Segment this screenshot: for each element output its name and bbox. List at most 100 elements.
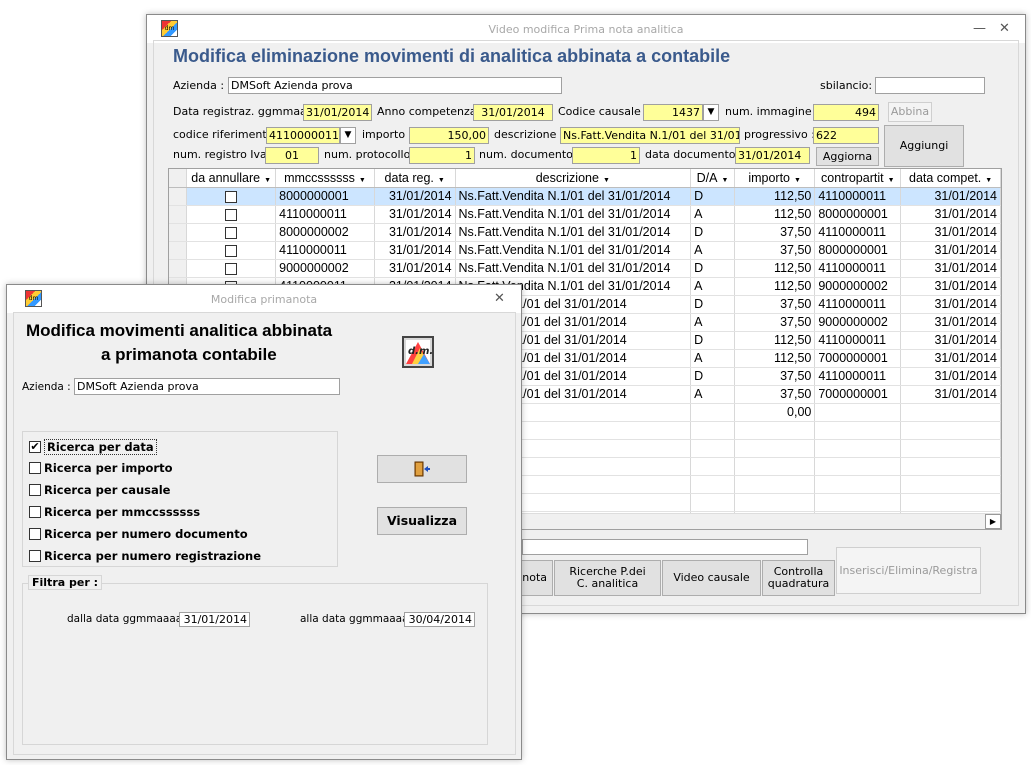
da-cell[interactable]: A	[690, 241, 735, 260]
data-documento-field[interactable]: 31/01/2014	[735, 147, 810, 164]
importo-field[interactable]: 150,00	[409, 127, 489, 144]
descrizione-cell[interactable]: Ns.Fatt.Vendita N.1/01 del 31/01/2014	[455, 259, 692, 278]
col-header-contropartita[interactable]: contropartit ▼	[814, 169, 902, 188]
data-compet-cell[interactable]: 31/01/2014	[900, 259, 1001, 278]
da-annullare-checkbox[interactable]	[225, 208, 238, 221]
ricerche-pdc-button[interactable]: Ricerche P.dei C. analitica	[554, 560, 661, 596]
col-header-descrizione[interactable]: descrizione ▼	[455, 169, 692, 188]
num-reg-iva-field[interactable]: 01	[265, 147, 319, 164]
descrizione-field[interactable]: Ns.Fatt.Vendita N.1/01 del 31/01/20	[560, 127, 740, 144]
importo-cell[interactable]: 112,50	[734, 277, 816, 296]
data-compet-cell[interactable]: 31/01/2014	[900, 295, 1001, 314]
ricerca-option-4[interactable]: Ricerca per numero documento	[29, 527, 248, 541]
data-compet-cell[interactable]: 31/01/2014	[900, 385, 1001, 404]
row-header[interactable]	[169, 241, 188, 260]
conto-cell[interactable]: 8000000001	[275, 187, 375, 206]
contropartita-cell[interactable]: 9000000002	[814, 277, 902, 296]
contropartita-cell[interactable]: 7000000001	[814, 349, 902, 368]
num-documento-field[interactable]: 1	[572, 147, 640, 164]
ricerca-option-1[interactable]: Ricerca per importo	[29, 461, 173, 475]
importo-cell[interactable]: 37,50	[734, 313, 816, 332]
option-checkbox[interactable]	[29, 550, 41, 562]
ricerca-option-2[interactable]: Ricerca per causale	[29, 483, 170, 497]
descrizione-cell[interactable]: Ns.Fatt.Vendita N.1/01 del 31/01/2014	[455, 205, 692, 224]
data-compet-cell[interactable]: 31/01/2014	[900, 241, 1001, 260]
close-icon[interactable]: ✕	[999, 21, 1010, 36]
front-azienda-field[interactable]: DMSoft Azienda prova	[74, 378, 340, 395]
da-cell[interactable]: A	[690, 385, 735, 404]
codice-rif-field[interactable]: 4110000011	[266, 127, 340, 144]
sbilancio-field[interactable]	[875, 77, 985, 94]
anno-comp-field[interactable]: 31/01/2014	[473, 104, 553, 121]
conto-cell[interactable]: 4110000011	[275, 205, 375, 224]
importo-cell[interactable]: 37,50	[734, 295, 816, 314]
descrizione-cell[interactable]: Ns.Fatt.Vendita N.1/01 del 31/01/2014	[455, 223, 692, 242]
row-header[interactable]	[169, 187, 188, 206]
col-header-data-compet[interactable]: data compet. ▼	[900, 169, 1001, 188]
da-annullare-checkbox[interactable]	[225, 190, 238, 203]
col-header-data-reg[interactable]: data reg. ▼	[374, 169, 456, 188]
ricerca-option-3[interactable]: Ricerca per mmccssssss	[29, 505, 200, 519]
da-cell[interactable]: D	[690, 187, 735, 206]
data-reg-cell[interactable]: 31/01/2014	[374, 187, 456, 206]
da-cell[interactable]: A	[690, 277, 735, 296]
da-cell[interactable]: D	[690, 331, 735, 350]
da-cell[interactable]: D	[690, 259, 735, 278]
row-header[interactable]	[169, 223, 188, 242]
option-checkbox[interactable]: ✔	[29, 441, 41, 453]
row-header[interactable]	[169, 205, 188, 224]
aggiungi-button[interactable]: Aggiungi	[884, 125, 964, 167]
col-header-da-annullare[interactable]: da annullare ▼	[186, 169, 277, 188]
table-row[interactable]: 411000001131/01/2014Ns.Fatt.Vendita N.1/…	[169, 241, 1001, 260]
contropartita-cell[interactable]: 4110000011	[814, 223, 902, 242]
option-checkbox[interactable]	[29, 462, 41, 474]
col-header-importo[interactable]: importo ▼	[734, 169, 816, 188]
da-annullare-cell[interactable]	[186, 241, 277, 260]
data-compet-cell[interactable]: 31/01/2014	[900, 187, 1001, 206]
codice-causale-field[interactable]: 1437	[643, 104, 703, 121]
data-compet-cell[interactable]: 31/01/2014	[900, 313, 1001, 332]
aggiorna-button[interactable]: Aggiorna	[816, 147, 879, 166]
da-cell[interactable]: A	[690, 205, 735, 224]
data-reg-cell[interactable]: 31/01/2014	[374, 205, 456, 224]
status-field[interactable]	[522, 539, 808, 555]
data-compet-cell[interactable]: 31/01/2014	[900, 349, 1001, 368]
col-header-da[interactable]: D/A ▼	[690, 169, 735, 188]
da-cell[interactable]: D	[690, 295, 735, 314]
importo-cell[interactable]: 37,50	[734, 241, 816, 260]
data-compet-cell[interactable]: 31/01/2014	[900, 205, 1001, 224]
scroll-right-icon[interactable]: ▶	[985, 514, 1001, 529]
da-annullare-checkbox[interactable]	[225, 226, 238, 239]
importo-cell[interactable]: 112,50	[734, 349, 816, 368]
data-reg-field[interactable]: 31/01/2014	[303, 104, 372, 121]
col-header-conto[interactable]: mmccssssss ▼	[275, 169, 375, 188]
ricerca-option-0[interactable]: ✔ Ricerca per data	[29, 439, 157, 455]
row-header[interactable]	[169, 259, 188, 278]
num-immagine-field[interactable]: 494	[813, 104, 879, 121]
table-row[interactable]: 411000001131/01/2014Ns.Fatt.Vendita N.1/…	[169, 205, 1001, 224]
conto-cell[interactable]: 4110000011	[275, 241, 375, 260]
da-cell[interactable]: D	[690, 223, 735, 242]
exit-button[interactable]	[377, 455, 467, 483]
minimize-icon[interactable]: —	[973, 21, 986, 36]
alla-data-field[interactable]: 30/04/2014	[404, 612, 475, 627]
importo-cell[interactable]: 112,50	[734, 187, 816, 206]
back-window-titlebar[interactable]: dm Video modifica Prima nota analitica —…	[147, 15, 1025, 43]
controlla-quadratura-button[interactable]: Controlla quadratura	[762, 560, 835, 596]
abbina-button[interactable]: Abbina	[888, 102, 932, 122]
da-cell[interactable]: D	[690, 367, 735, 386]
contropartita-cell[interactable]: 4110000011	[814, 367, 902, 386]
da-cell[interactable]: A	[690, 313, 735, 332]
conto-cell[interactable]: 9000000002	[275, 259, 375, 278]
data-reg-cell[interactable]: 31/01/2014	[374, 259, 456, 278]
contropartita-cell[interactable]: 9000000002	[814, 313, 902, 332]
da-annullare-cell[interactable]	[186, 223, 277, 242]
option-checkbox[interactable]	[29, 484, 41, 496]
close-icon[interactable]: ✕	[494, 291, 505, 306]
da-annullare-cell[interactable]	[186, 259, 277, 278]
contropartita-cell[interactable]: 4110000011	[814, 295, 902, 314]
option-checkbox[interactable]	[29, 506, 41, 518]
importo-cell[interactable]: 37,50	[734, 385, 816, 404]
da-cell[interactable]: A	[690, 349, 735, 368]
ricerca-option-5[interactable]: Ricerca per numero registrazione	[29, 549, 261, 563]
